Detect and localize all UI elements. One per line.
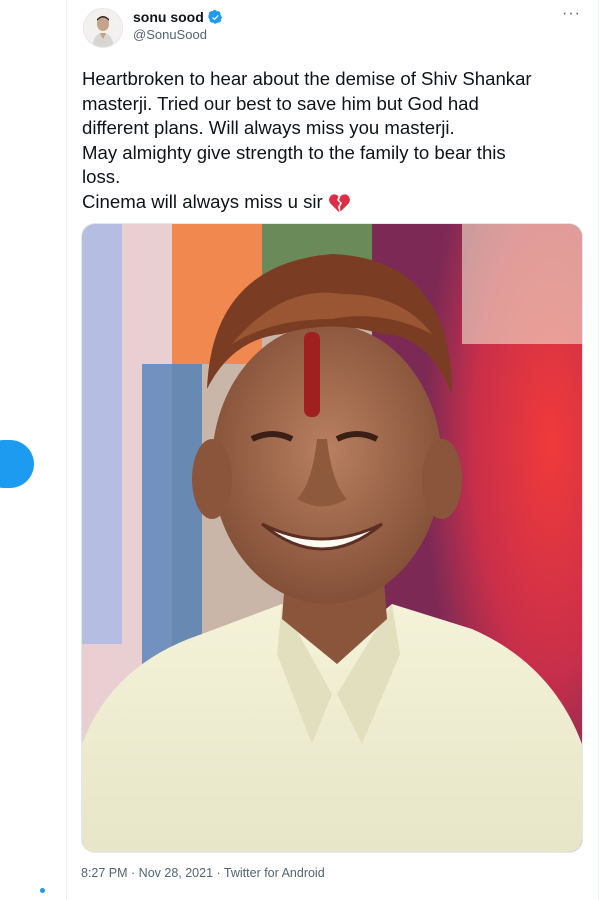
notification-dot xyxy=(40,888,45,893)
tweet-text: Heartbroken to hear about the demise of … xyxy=(82,67,587,214)
tweet-line: Cinema will always miss u sir xyxy=(82,190,323,212)
verified-badge-icon xyxy=(208,9,222,24)
meta-separator: · xyxy=(127,866,139,880)
tweet-date[interactable]: Nov 28, 2021 xyxy=(139,866,213,880)
tweet-time[interactable]: 8:27 PM xyxy=(81,866,128,880)
broken-heart-icon xyxy=(328,194,350,213)
tweet-line-last: Cinema will always miss u sir xyxy=(82,190,587,215)
more-options-icon[interactable]: ··· xyxy=(562,5,581,23)
tweet-photo[interactable] xyxy=(81,223,583,853)
display-name[interactable]: sonu sood xyxy=(133,9,204,25)
tweet-line: Heartbroken to hear about the demise of … xyxy=(82,68,532,89)
tweet-line: different plans. Will always miss you ma… xyxy=(82,117,455,138)
tweet-line: masterji. Tried our best to save him but… xyxy=(82,92,479,114)
portrait-photo xyxy=(82,224,582,852)
tweet-meta: 8:27 PM · Nov 28, 2021 · Twitter for And… xyxy=(81,866,325,880)
tweet-line: loss. xyxy=(82,166,121,187)
meta-separator: · xyxy=(213,866,224,880)
avatar[interactable] xyxy=(83,8,123,48)
tweet-source[interactable]: Twitter for Android xyxy=(224,866,325,880)
author-name-row[interactable]: sonu sood xyxy=(133,9,223,25)
tweet-card-left-border xyxy=(66,0,67,900)
tweet-line: May almighty give strength to the family… xyxy=(82,141,506,163)
profile-avatar xyxy=(84,9,122,47)
tweet-card-right-border xyxy=(598,0,599,900)
user-handle[interactable]: @SonuSood xyxy=(133,27,207,42)
